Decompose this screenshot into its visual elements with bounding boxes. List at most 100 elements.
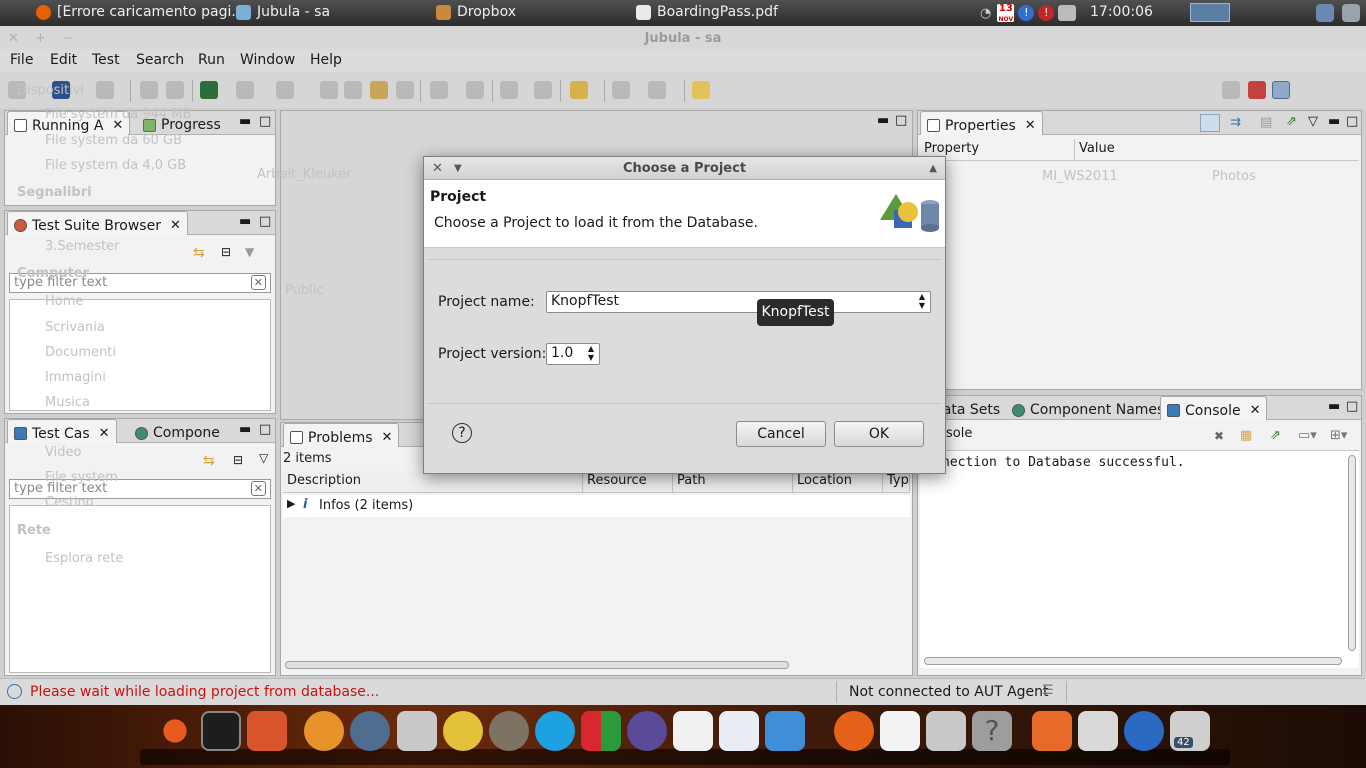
pin-console-icon[interactable]: ⇗ (1270, 428, 1281, 443)
menu-help[interactable]: Help (310, 52, 342, 68)
prev-annotation-icon[interactable] (648, 81, 666, 99)
close-icon[interactable]: ✕ (382, 430, 393, 445)
column-location[interactable]: Location (793, 471, 883, 493)
taskbar-item-dropbox[interactable]: Dropbox (436, 4, 516, 20)
refresh-icon[interactable] (236, 81, 254, 99)
software-center-icon[interactable] (247, 711, 287, 751)
table-icon[interactable] (140, 81, 158, 99)
tab-properties[interactable]: Properties ✕ (920, 111, 1043, 135)
console-output[interactable]: nection to Database successful. (920, 450, 1359, 668)
minimize-icon[interactable]: ▬ (239, 114, 251, 129)
column-type[interactable]: Type (883, 471, 910, 493)
open-console-icon[interactable]: ⊞▾ (1330, 428, 1347, 443)
tab-component-names[interactable]: Component Names (1006, 396, 1170, 420)
gear-run-icon[interactable] (430, 81, 448, 99)
aut-status-icon[interactable]: ☰ (1042, 683, 1054, 698)
skype-icon[interactable] (535, 711, 575, 751)
collapse-all-icon[interactable]: ⊟ (233, 453, 243, 467)
target-icon[interactable] (500, 81, 518, 99)
calendar-icon[interactable]: 13 NOV (997, 4, 1015, 23)
project-name-combo[interactable]: KnopfTest ▲ ▼ (546, 291, 931, 313)
scroll-lock-icon[interactable]: ▦ (1240, 428, 1252, 443)
cancel-button[interactable]: Cancel (736, 421, 826, 447)
update-alert-icon[interactable]: ! (1038, 5, 1055, 21)
maximize-icon[interactable]: □ (1346, 399, 1358, 414)
perspective-icon[interactable] (1222, 81, 1240, 99)
user-icon[interactable] (1316, 4, 1334, 22)
menu-run[interactable]: Run (198, 52, 225, 68)
menu-window[interactable]: Window (240, 52, 295, 68)
home-folder-icon[interactable] (1032, 711, 1072, 751)
link-editor-icon[interactable]: ⇆ (203, 453, 215, 469)
view-menu-icon[interactable]: ▼ (245, 245, 254, 259)
column-path[interactable]: Path (673, 471, 793, 493)
collapse-all-icon[interactable]: ⊟ (221, 245, 231, 259)
eclipse-icon[interactable] (627, 711, 667, 751)
crosshair-icon[interactable] (534, 81, 552, 99)
tab-test-case-browser[interactable]: Test Cas ✕ (7, 419, 117, 443)
session-icon[interactable] (1342, 4, 1360, 22)
column-description[interactable]: Description (283, 471, 583, 493)
archive-icon[interactable] (1078, 711, 1118, 751)
clear-console-icon[interactable]: ✖ (1214, 429, 1224, 443)
trash-icon[interactable]: 42 (1170, 711, 1210, 751)
barcode-document-icon[interactable] (880, 711, 920, 751)
menu-file[interactable]: File (10, 52, 33, 68)
connect-server-icon[interactable] (200, 81, 218, 99)
close-icon[interactable]: ✕ (170, 218, 181, 233)
dialog-close-icon[interactable]: ✕ (432, 157, 443, 180)
categories-icon[interactable] (1200, 114, 1220, 132)
maximize-icon[interactable]: □ (259, 114, 271, 129)
dropbox-icon[interactable] (765, 711, 805, 751)
settings-gear-icon[interactable] (304, 711, 344, 751)
dialog-maximize-icon[interactable]: ▲ (929, 157, 937, 180)
close-icon[interactable]: ✕ (99, 426, 110, 441)
file-cabinet-icon[interactable] (926, 711, 966, 751)
minimize-icon[interactable]: ▬ (877, 113, 889, 128)
tab-console[interactable]: Console ✕ (1160, 396, 1268, 420)
start-aut-icon[interactable] (276, 81, 294, 99)
pin-icon[interactable]: ⇗ (1286, 114, 1297, 129)
maximize-icon[interactable]: □ (1346, 114, 1358, 129)
close-icon[interactable]: ✕ (1250, 403, 1261, 418)
owl-icon[interactable] (350, 711, 390, 751)
taskbar-item-boardingpass[interactable]: BoardingPass.pdf (636, 4, 778, 20)
maximize-icon[interactable]: □ (259, 422, 271, 437)
help-icon[interactable]: ? (452, 423, 472, 443)
clear-icon[interactable]: ✕ (250, 481, 266, 496)
table-row[interactable]: ▶ i Infos (2 items) (283, 495, 910, 517)
advanced-icon[interactable]: ⇉ (1230, 115, 1241, 130)
pause-icon[interactable] (370, 81, 388, 99)
window-controls[interactable]: ✕ + − (8, 26, 79, 52)
ubuntu-icon[interactable] (155, 711, 195, 751)
horizontal-scrollbar[interactable] (285, 661, 789, 669)
menu-search[interactable]: Search (136, 52, 184, 68)
firefox-dock-icon[interactable] (834, 711, 874, 751)
wand-icon[interactable] (570, 81, 588, 99)
view-menu-icon[interactable]: ▽ (1308, 114, 1318, 129)
back-arrow-icon[interactable] (692, 81, 710, 99)
help-dock-icon[interactable]: ? (972, 711, 1012, 751)
minimize-icon[interactable]: ▬ (1328, 399, 1340, 414)
link-icon[interactable] (166, 81, 184, 99)
link-editor-icon[interactable]: ⇆ (193, 245, 205, 261)
menu-test[interactable]: Test (92, 52, 120, 68)
maximize-icon[interactable]: □ (895, 113, 907, 128)
tab-component[interactable]: Compone (129, 419, 226, 443)
record-icon[interactable] (320, 81, 338, 99)
dialog-menu-icon[interactable]: ▼ (454, 157, 462, 180)
next-annotation-icon[interactable] (612, 81, 630, 99)
taskbar-item-jubula[interactable]: Jubula - sa (236, 4, 330, 20)
gear-debug-icon[interactable] (466, 81, 484, 99)
clock[interactable]: 17:00:06 (1090, 4, 1153, 20)
display-console-icon[interactable]: ▭▾ (1298, 428, 1317, 443)
combo-arrow-icon[interactable]: ▲ ▼ (919, 292, 925, 310)
blocks-icon[interactable] (581, 711, 621, 751)
terminal-icon[interactable] (201, 711, 241, 751)
expand-icon[interactable]: ▶ (287, 497, 295, 510)
minimize-icon[interactable]: ▬ (239, 422, 251, 437)
maximize-icon[interactable]: □ (259, 214, 271, 229)
view-menu-icon[interactable]: ▽ (259, 451, 268, 465)
open-project-icon[interactable] (96, 81, 114, 99)
minimize-icon[interactable]: ▬ (239, 214, 251, 229)
